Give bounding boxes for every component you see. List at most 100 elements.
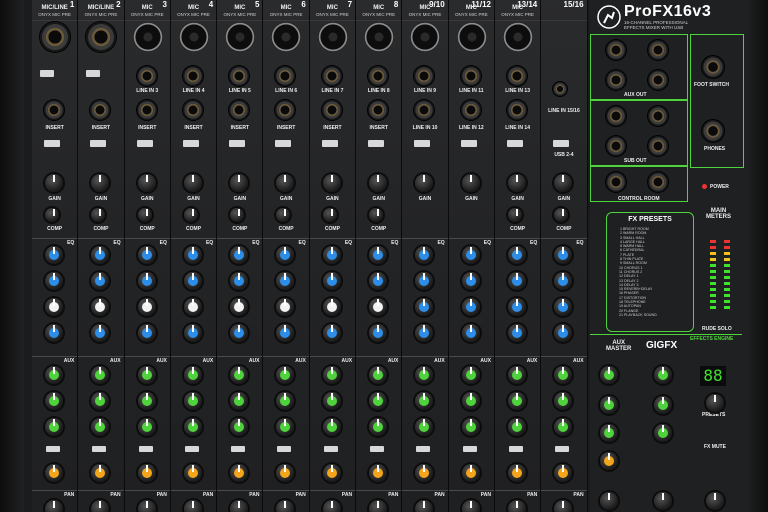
eq-knob-2[interactable] — [507, 272, 526, 290]
eq-knob-2[interactable] — [554, 272, 573, 290]
eq-knob-4[interactable] — [137, 324, 156, 342]
line-in-jack[interactable] — [414, 66, 435, 86]
aux-send-knob-3[interactable] — [45, 418, 63, 436]
low-cut-button[interactable] — [182, 140, 199, 147]
gain-knob[interactable] — [322, 174, 341, 192]
low-cut-button[interactable] — [506, 140, 523, 147]
aux-send-knob-1[interactable] — [45, 366, 63, 384]
aux-master-knob-3[interactable] — [600, 424, 618, 442]
aux-send-knob-3[interactable] — [183, 418, 202, 436]
comp-knob[interactable] — [322, 208, 337, 222]
fx-send-knob[interactable] — [507, 464, 526, 482]
eq-knob-4[interactable] — [322, 324, 341, 342]
gain-knob[interactable] — [183, 174, 202, 192]
xlr-input[interactable] — [86, 22, 117, 52]
aux-send-knob-2[interactable] — [183, 392, 202, 410]
line-in-jack[interactable] — [506, 66, 527, 86]
eq-knob-2[interactable] — [183, 272, 202, 290]
fx-send-knob[interactable] — [369, 464, 388, 482]
eq-knob-4[interactable] — [230, 324, 249, 342]
fx-to-aux-knob-2[interactable] — [654, 396, 672, 414]
gain-knob[interactable] — [507, 174, 526, 192]
low-cut-button[interactable] — [44, 140, 60, 147]
pre-post-button[interactable] — [46, 446, 60, 452]
eq-knob-3[interactable] — [507, 298, 526, 316]
eq-knob-2[interactable] — [137, 272, 156, 290]
gain-knob[interactable] — [230, 174, 249, 192]
control-room-jack-l[interactable] — [606, 172, 626, 192]
bottom-knob-2[interactable] — [654, 492, 672, 510]
aux-send-knob-2[interactable] — [461, 392, 480, 410]
eq-knob-3[interactable] — [91, 298, 110, 316]
eq-knob-3[interactable] — [45, 298, 63, 316]
eq-knob-2[interactable] — [276, 272, 295, 290]
comp-knob[interactable] — [137, 208, 152, 222]
eq-knob-3[interactable] — [322, 298, 341, 316]
pan-knob[interactable] — [415, 500, 434, 512]
aux-send-knob-2[interactable] — [45, 392, 63, 410]
eq-knob-1[interactable] — [554, 246, 573, 264]
aux-send-knob-2[interactable] — [276, 392, 295, 410]
eq-knob-4[interactable] — [415, 324, 434, 342]
aux-send-knob-2[interactable] — [91, 392, 110, 410]
insert-jack[interactable] — [321, 100, 342, 120]
pan-knob[interactable] — [369, 500, 388, 512]
eq-knob-4[interactable] — [507, 324, 526, 342]
comp-knob[interactable] — [369, 208, 384, 222]
eq-knob-1[interactable] — [507, 246, 526, 264]
bottom-knob-1[interactable] — [600, 492, 618, 510]
fx-send-knob[interactable] — [461, 464, 480, 482]
comp-knob[interactable] — [276, 208, 291, 222]
pan-knob[interactable] — [276, 500, 295, 512]
eq-knob-2[interactable] — [45, 272, 63, 290]
eq-knob-3[interactable] — [369, 298, 388, 316]
eq-knob-4[interactable] — [183, 324, 202, 342]
comp-knob[interactable] — [91, 208, 106, 222]
eq-knob-4[interactable] — [45, 324, 63, 342]
eq-knob-3[interactable] — [137, 298, 156, 316]
comp-knob[interactable] — [507, 208, 522, 222]
aux-send-knob-2[interactable] — [137, 392, 156, 410]
gain-knob[interactable] — [91, 174, 110, 192]
pan-knob[interactable] — [91, 500, 110, 512]
line-in-jack[interactable] — [182, 66, 203, 86]
eq-knob-2[interactable] — [415, 272, 434, 290]
xlr-input[interactable] — [225, 22, 256, 52]
eq-knob-4[interactable] — [276, 324, 295, 342]
pan-knob[interactable] — [45, 500, 63, 512]
aux-send-knob-3[interactable] — [415, 418, 434, 436]
eq-knob-1[interactable] — [322, 246, 341, 264]
sub-out-jack-4[interactable] — [648, 136, 668, 156]
aux-send-knob-3[interactable] — [276, 418, 295, 436]
eq-knob-1[interactable] — [415, 246, 434, 264]
aux-send-knob-3[interactable] — [461, 418, 480, 436]
pre-post-button[interactable] — [555, 446, 570, 452]
aux-send-knob-3[interactable] — [507, 418, 526, 436]
low-cut-button[interactable] — [136, 140, 153, 147]
gain-knob[interactable] — [369, 174, 388, 192]
phones-jack[interactable] — [702, 120, 724, 142]
gain-knob[interactable] — [45, 174, 63, 192]
aux-send-knob-3[interactable] — [369, 418, 388, 436]
hiz-button[interactable] — [40, 70, 54, 77]
eq-knob-4[interactable] — [461, 324, 480, 342]
hiz-button[interactable] — [86, 70, 101, 77]
line-in-jack[interactable] — [136, 66, 157, 86]
aux-out-jack-3[interactable] — [648, 40, 668, 60]
aux-out-jack-1[interactable] — [606, 40, 626, 60]
comp-knob[interactable] — [230, 208, 245, 222]
insert-jack[interactable] — [44, 100, 64, 120]
line-in-b-jack[interactable] — [506, 100, 527, 120]
aux-send-knob-1[interactable] — [554, 366, 573, 384]
aux-send-knob-1[interactable] — [415, 366, 434, 384]
eq-knob-1[interactable] — [276, 246, 295, 264]
gain-knob[interactable] — [276, 174, 295, 192]
presets-knob[interactable] — [706, 394, 724, 412]
fx-send-knob[interactable] — [554, 464, 573, 482]
eq-knob-3[interactable] — [276, 298, 295, 316]
xlr-input[interactable] — [271, 22, 302, 52]
low-cut-button[interactable] — [90, 140, 107, 147]
xlr-input[interactable] — [317, 22, 348, 52]
aux-send-knob-2[interactable] — [507, 392, 526, 410]
pan-knob[interactable] — [230, 500, 249, 512]
